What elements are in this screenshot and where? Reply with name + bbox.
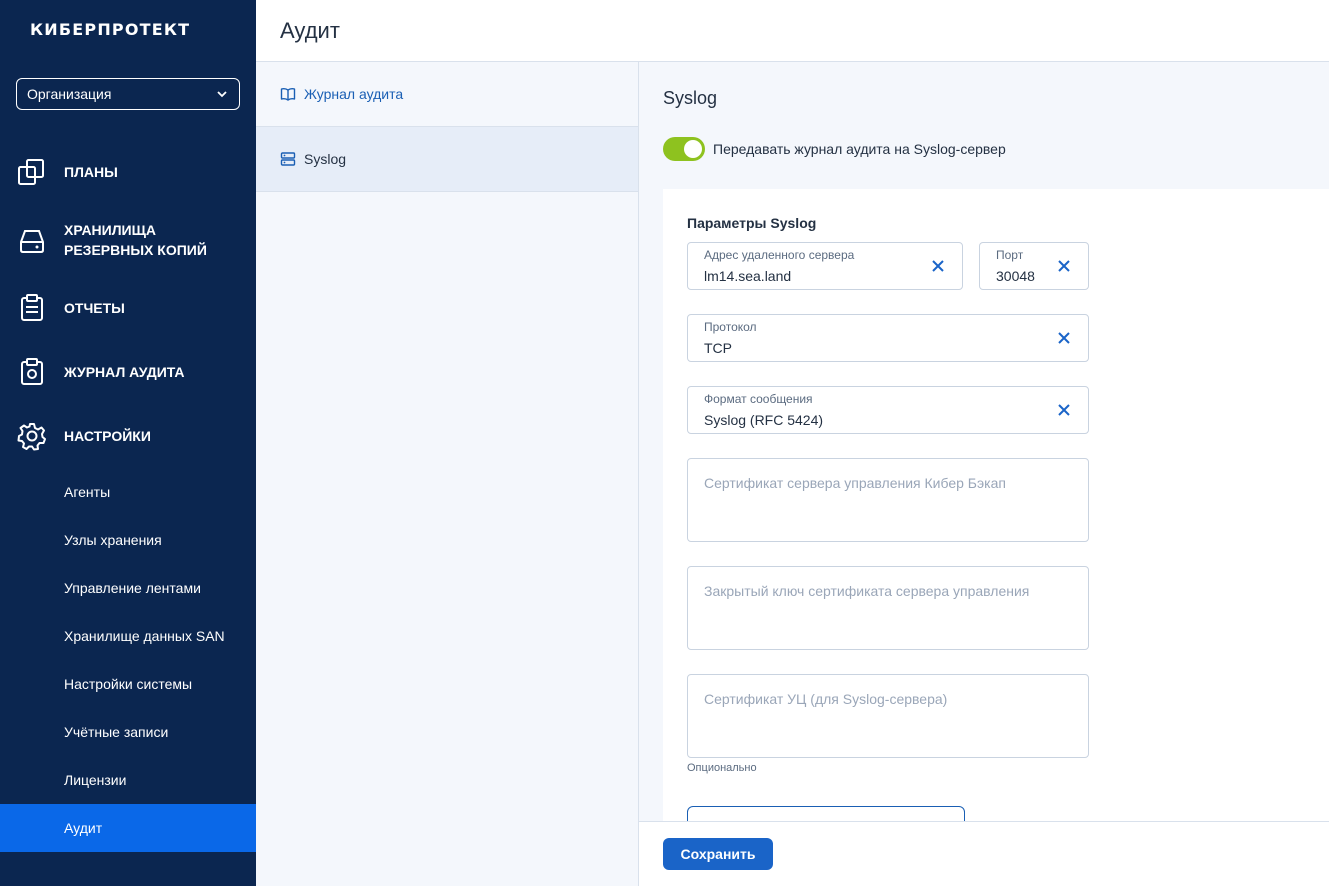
sidebar-item-label: Аудит: [64, 820, 103, 836]
port-value: 30048: [996, 268, 1035, 284]
chevron-down-icon: [217, 91, 227, 98]
action-footer: Сохранить: [639, 821, 1329, 886]
syslog-settings-panel: Syslog Передавать журнал аудита на Syslo…: [639, 62, 1329, 821]
sidebar-item-storage-nodes[interactable]: Узлы хранения: [0, 516, 256, 564]
subnav-item-label: Syslog: [304, 151, 347, 167]
save-button[interactable]: Сохранить: [663, 838, 773, 870]
server-certificate-placeholder: Сертификат сервера управления Кибер Бэка…: [704, 475, 1006, 491]
private-key-placeholder: Закрытый ключ сертификата сервера управл…: [704, 583, 1030, 599]
sidebar-item-label: Агенты: [64, 484, 111, 500]
sidebar-item-label: Управление лентами: [64, 580, 201, 596]
page-header: Аудит: [256, 0, 1329, 62]
nav-item-plans-label: ПЛАНЫ: [64, 164, 118, 180]
clear-icon[interactable]: [1056, 258, 1072, 274]
port-label: Порт: [996, 248, 1024, 262]
clear-icon[interactable]: [930, 258, 946, 274]
message-format-select[interactable]: Формат сообщения Syslog (RFC 5424): [687, 386, 1089, 434]
ca-certificate-field[interactable]: Сертификат УЦ (для Syslog-сервера): [687, 674, 1089, 758]
port-field[interactable]: Порт 30048: [979, 242, 1089, 290]
plans-icon: [18, 159, 44, 185]
page-title: Аудит: [280, 18, 340, 43]
nav-item-plans[interactable]: ПЛАНЫ: [0, 156, 256, 188]
syslog-enable-label: Передавать журнал аудита на Syslog-серве…: [713, 141, 1006, 157]
sidebar-item-label: Учётные записи: [64, 724, 169, 740]
params-title: Параметры Syslog: [687, 215, 817, 231]
private-key-field[interactable]: Закрытый ключ сертификата сервера управл…: [687, 566, 1089, 650]
gear-icon: [17, 423, 46, 451]
sidebar-item-audit[interactable]: Аудит: [0, 804, 256, 852]
organization-select-value: Организация: [27, 86, 112, 102]
sidebar-item-agents[interactable]: Агенты: [0, 468, 256, 516]
sidebar-item-system-settings[interactable]: Настройки системы: [0, 660, 256, 708]
book-icon: [280, 87, 296, 101]
sidebar-item-san-storage[interactable]: Хранилище данных SAN: [0, 612, 256, 660]
sidebar-item-label: Хранилище данных SAN: [64, 628, 225, 644]
nav-item-settings-label: НАСТРОЙКИ: [64, 428, 151, 444]
audit-log-icon: [21, 358, 43, 385]
nav-item-backup-storage[interactable]: ХРАНИЛИЩА РЕЗЕРВНЫХ КОПИЙ: [0, 220, 256, 262]
secondary-button[interactable]: [687, 806, 965, 821]
clear-icon[interactable]: [1056, 330, 1072, 346]
server-address-field[interactable]: Адрес удаленного сервера lm14.sea.land: [687, 242, 963, 290]
sidebar-item-label: Лицензии: [64, 772, 127, 788]
server-certificate-field[interactable]: Сертификат сервера управления Кибер Бэка…: [687, 458, 1089, 542]
clear-icon[interactable]: [1056, 402, 1072, 418]
nav-item-settings[interactable]: НАСТРОЙКИ: [0, 420, 256, 452]
subnav-item-label: Журнал аудита: [304, 86, 404, 102]
syslog-params-card: Параметры Syslog Адрес удаленного сервер…: [663, 189, 1329, 821]
audit-subnav: Журнал аудита Syslog: [256, 62, 639, 886]
protocol-select[interactable]: Протокол TCP: [687, 314, 1089, 362]
server-address-value: lm14.sea.land: [704, 268, 792, 284]
message-format-value: Syslog (RFC 5424): [704, 412, 824, 428]
brand-logo: КИБЕРПРОТЕКТ: [30, 20, 191, 39]
server-address-label: Адрес удаленного сервера: [704, 248, 855, 262]
reports-icon: [21, 294, 43, 321]
sidebar-item-label: Узлы хранения: [64, 532, 162, 548]
syslog-enable-toggle[interactable]: [663, 137, 705, 161]
nav-item-audit-log[interactable]: ЖУРНАЛ АУДИТА: [0, 356, 256, 388]
nav-item-audit-log-label: ЖУРНАЛ АУДИТА: [64, 364, 185, 380]
storage-icon: [20, 230, 44, 253]
nav-item-backup-storage-label: ХРАНИЛИЩА РЕЗЕРВНЫХ КОПИЙ: [64, 222, 207, 258]
nav-item-reports[interactable]: ОТЧЕТЫ: [0, 292, 256, 324]
sidebar-item-tape-management[interactable]: Управление лентами: [0, 564, 256, 612]
message-format-label: Формат сообщения: [704, 392, 813, 406]
optional-hint: Опционально: [687, 762, 757, 774]
ca-certificate-placeholder: Сертификат УЦ (для Syslog-сервера): [704, 691, 948, 707]
protocol-label: Протокол: [704, 320, 757, 334]
section-title: Syslog: [663, 88, 718, 108]
subnav-item-syslog[interactable]: Syslog: [256, 127, 638, 192]
sidebar-item-label: Настройки системы: [64, 676, 193, 692]
sidebar: КИБЕРПРОТЕКТ Организация ПЛАНЫ ХРАНИЛИЩА…: [0, 0, 256, 886]
sidebar-item-accounts[interactable]: Учётные записи: [0, 708, 256, 756]
sidebar-item-licenses[interactable]: Лицензии: [0, 756, 256, 804]
nav-item-reports-label: ОТЧЕТЫ: [64, 300, 125, 316]
server-icon: [280, 152, 296, 166]
protocol-value: TCP: [704, 340, 732, 356]
organization-select[interactable]: Организация: [16, 78, 240, 110]
subnav-item-audit-log[interactable]: Журнал аудита: [256, 62, 638, 127]
